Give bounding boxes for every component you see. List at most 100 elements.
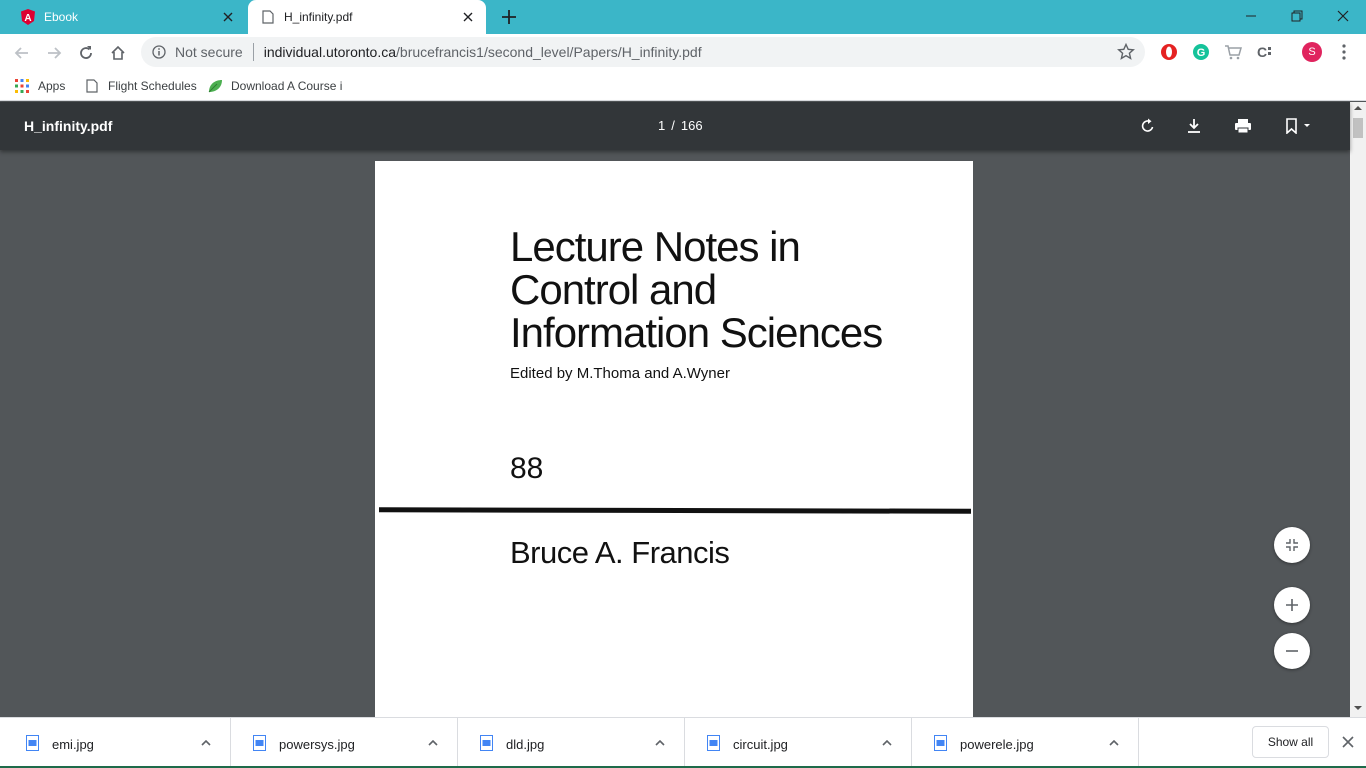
close-icon[interactable] (218, 7, 238, 27)
fit-page-button[interactable] (1274, 527, 1310, 563)
image-file-icon (24, 734, 40, 752)
page-separator: / (671, 118, 675, 133)
ce-extension-icon[interactable]: C (1256, 43, 1274, 61)
image-file-icon (478, 734, 494, 752)
print-button[interactable] (1231, 114, 1255, 138)
download-filename: circuit.jpg (733, 736, 788, 752)
current-page[interactable]: 1 (658, 118, 665, 133)
opera-extension-icon[interactable] (1160, 43, 1178, 61)
zoom-in-button[interactable] (1274, 587, 1310, 623)
tab-strip: A Ebook H_infinity.pdf (0, 0, 1366, 34)
home-icon (111, 45, 125, 60)
tab-ebook[interactable]: A Ebook (8, 0, 246, 34)
bookmark-icon (1286, 118, 1310, 134)
profile-initial: S (1308, 46, 1316, 58)
forward-button[interactable] (40, 39, 68, 67)
bookmark-flight-schedules[interactable]: Flight Schedules (84, 75, 197, 97)
address-bar[interactable]: Not secure individual.utoronto.ca/brucef… (141, 37, 1145, 67)
series-line: Control and (510, 266, 717, 313)
document-icon (260, 9, 276, 25)
chevron-up-icon[interactable] (650, 733, 670, 753)
arrow-left-icon (14, 47, 28, 59)
chevron-up-icon[interactable] (877, 733, 897, 753)
author-name: Bruce A. Francis (510, 535, 730, 570)
chevron-up-icon[interactable] (423, 733, 443, 753)
svg-text:G: G (1197, 47, 1206, 59)
plus-icon (1286, 599, 1298, 611)
download-filename: emi.jpg (52, 736, 94, 752)
pdf-toolbar: H_infinity.pdf 1 / 166 (0, 102, 1350, 150)
download-icon (1188, 119, 1200, 133)
leaf-icon (207, 78, 223, 94)
download-item[interactable]: emi.jpg (4, 718, 231, 768)
tab-h-infinity[interactable]: H_infinity.pdf (248, 0, 486, 34)
download-button[interactable] (1182, 114, 1206, 138)
image-file-icon (251, 734, 267, 752)
minus-icon (1286, 650, 1298, 652)
zoom-out-button[interactable] (1274, 633, 1310, 669)
series-line: Lecture Notes in (510, 223, 801, 270)
download-item[interactable]: powerele.jpg (912, 718, 1139, 768)
close-icon[interactable] (458, 7, 478, 27)
url-host: individual.utoronto.ca (263, 44, 397, 60)
rotate-icon (1141, 118, 1154, 132)
vertical-scrollbar[interactable] (1350, 102, 1366, 717)
profile-avatar[interactable]: S (1302, 42, 1322, 62)
image-file-icon (932, 734, 948, 752)
horizontal-rule (378, 507, 972, 514)
download-item[interactable]: dld.jpg (458, 718, 685, 768)
bookmarks-menu-button[interactable] (1280, 114, 1316, 138)
page-icon (84, 78, 100, 94)
arrow-right-icon (48, 47, 62, 59)
grammarly-extension-icon[interactable]: G (1192, 43, 1210, 61)
chevron-up-icon[interactable] (196, 733, 216, 753)
total-pages: 166 (680, 118, 703, 133)
download-item[interactable]: circuit.jpg (685, 718, 912, 768)
image-file-icon (705, 734, 721, 752)
download-filename: dld.jpg (506, 736, 545, 752)
reload-icon (80, 46, 92, 59)
download-filename: powersys.jpg (279, 736, 355, 752)
print-icon (1235, 119, 1251, 134)
back-button[interactable] (8, 39, 36, 67)
info-icon[interactable] (151, 44, 167, 60)
url-path: /brucefrancis1/second_level/Papers/H_inf… (396, 44, 702, 60)
cart-extension-icon[interactable] (1224, 43, 1242, 61)
restore-button[interactable] (1274, 0, 1320, 32)
show-all-button[interactable]: Show all (1252, 726, 1329, 758)
close-window-button[interactable] (1320, 0, 1366, 32)
volume-number: 88 (510, 452, 544, 485)
editors-line: Edited by M.Thoma and A.Wyner (510, 365, 730, 382)
bookmark-star-icon[interactable] (1117, 43, 1135, 61)
bookmark-label: Apps (38, 79, 66, 93)
close-icon[interactable] (1338, 732, 1358, 752)
svg-text:A: A (24, 13, 31, 24)
home-button[interactable] (104, 39, 132, 67)
scroll-up-arrow-icon[interactable] (1354, 104, 1362, 112)
rotate-button[interactable] (1136, 114, 1160, 138)
minimize-button[interactable] (1228, 0, 1274, 32)
scroll-down-arrow-icon[interactable] (1354, 704, 1362, 712)
bookmark-label: Flight Schedules (108, 79, 197, 93)
pdf-viewport: Lecture Notes in Control and Information… (0, 150, 1350, 717)
svg-text:C: C (1257, 44, 1267, 60)
download-filename: powerele.jpg (960, 736, 1034, 752)
reload-button[interactable] (72, 39, 100, 67)
fit-to-page-icon (1286, 539, 1298, 551)
download-item[interactable]: powersys.jpg (231, 718, 458, 768)
bookmark-label: Download A Course i (231, 79, 343, 93)
series-title: Lecture Notes in Control and Information… (510, 225, 950, 354)
bookmark-download-course[interactable]: Download A Course i (207, 75, 342, 97)
tab-title: H_infinity.pdf (284, 10, 353, 24)
menu-icon[interactable] (1335, 43, 1353, 61)
chevron-up-icon[interactable] (1104, 733, 1124, 753)
bookmark-apps[interactable]: Apps (14, 75, 65, 97)
angular-logo-icon: A (20, 9, 36, 25)
bookmarks-bar: Apps Flight Schedules Download A Course … (0, 71, 1366, 101)
scrollbar-thumb[interactable] (1353, 118, 1363, 138)
pdf-page: Lecture Notes in Control and Information… (375, 161, 973, 717)
download-shelf: emi.jpg powersys.jpg dld.jpg circuit.jpg… (0, 717, 1366, 768)
security-label[interactable]: Not secure (175, 44, 243, 60)
new-tab-button[interactable] (496, 5, 522, 29)
series-line: Information Sciences (510, 309, 883, 356)
